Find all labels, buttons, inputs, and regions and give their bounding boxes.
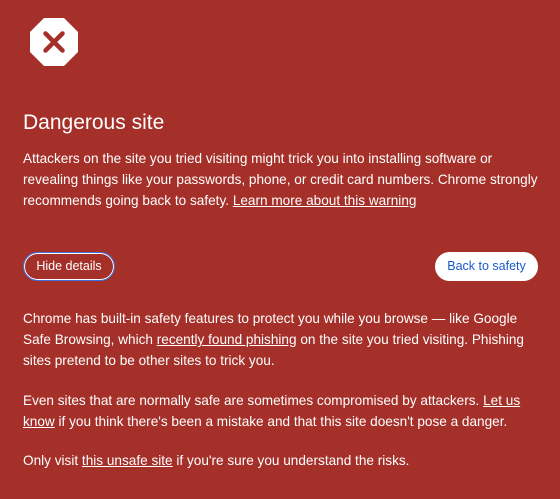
details-paragraph-report: Even sites that are normally safe are so… <box>23 390 538 432</box>
details-text: Even sites that are normally safe are so… <box>23 393 484 408</box>
visit-unsafe-site-link[interactable]: this unsafe site <box>82 453 173 468</box>
page-title: Dangerous site <box>23 111 165 134</box>
back-to-safety-button[interactable]: Back to safety <box>435 252 538 281</box>
details-text: if you think there's been a mistake and … <box>54 414 508 429</box>
details-text: if you're sure you understand the risks. <box>172 453 410 468</box>
details-paragraph-phishing: Chrome has built-in safety features to p… <box>23 308 543 371</box>
details-paragraph-proceed: Only visit this unsafe site if you're su… <box>23 450 538 471</box>
details-text: Only visit <box>23 453 82 468</box>
learn-more-link[interactable]: Learn more about this warning <box>233 193 417 208</box>
recently-found-phishing-link[interactable]: recently found phishing <box>157 332 297 347</box>
interstitial-page: Dangerous site Attackers on the site you… <box>0 0 560 499</box>
hide-details-button[interactable]: Hide details <box>23 252 115 281</box>
close-x-octagon-icon <box>30 18 78 66</box>
intro-paragraph: Attackers on the site you tried visiting… <box>23 148 538 211</box>
